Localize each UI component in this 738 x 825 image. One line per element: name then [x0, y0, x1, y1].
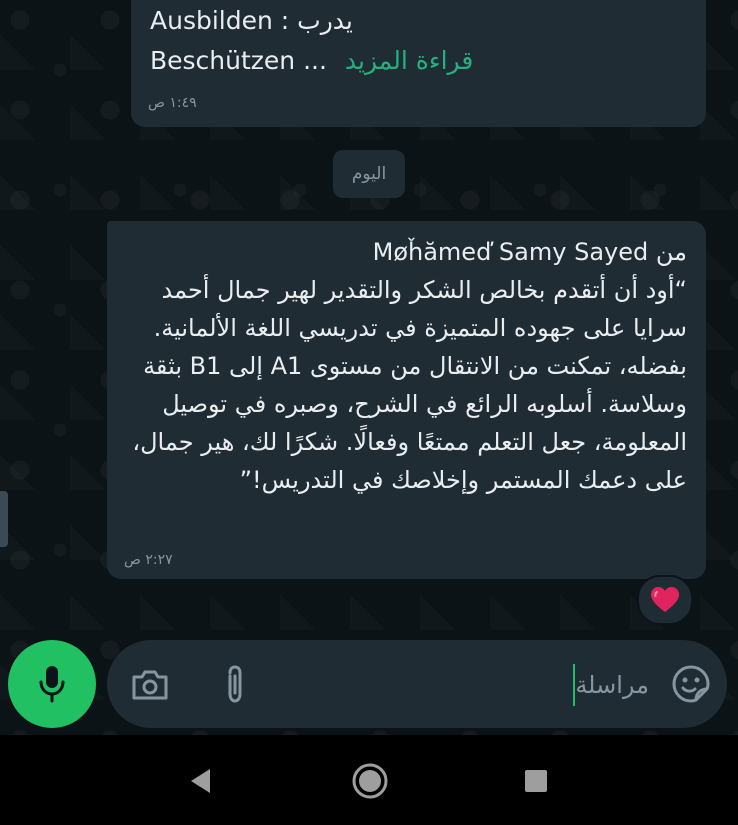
message-bubble[interactable]: من Møȟămeď Samy Sayed “أود أن أتقدم بخال… [107, 221, 706, 579]
paperclip-icon [228, 665, 242, 703]
system-navigation-bar [0, 735, 738, 825]
message-input[interactable]: مراسلة [571, 664, 649, 706]
date-divider: اليوم [333, 150, 405, 198]
sticker-button[interactable] [669, 662, 713, 706]
nav-recents-button[interactable] [523, 768, 549, 794]
previous-message-latin-2: Beschützen ... [150, 46, 335, 75]
edge-handle[interactable] [0, 491, 8, 547]
message-composer[interactable]: مراسلة [107, 640, 727, 728]
previous-message-latin-1: Ausbilden : [150, 6, 298, 35]
previous-message-arabic-1: يدرب [297, 6, 353, 35]
nav-back-button[interactable] [186, 765, 214, 797]
read-more-link[interactable]: قراءة المزيد [345, 46, 473, 75]
message-timestamp: ٢:٢٧ ص [124, 552, 173, 568]
message-timestamp: ١:٤٩ ص [148, 95, 197, 111]
message-input-placeholder: مراسلة [575, 671, 649, 699]
message-text-block: من Møȟămeď Samy Sayed “أود أن أتقدم بخال… [117, 233, 687, 499]
camera-button[interactable] [130, 665, 170, 705]
sender-name: Møȟămeď Samy Sayed [372, 238, 649, 266]
home-circle-icon [352, 763, 388, 799]
nav-home-button[interactable] [350, 761, 390, 801]
text-caret [573, 664, 576, 706]
back-triangle-icon [191, 769, 210, 793]
heart-icon [651, 587, 679, 612]
message-body: “أود أن أتقدم بخالص الشكر والتقدير لهير … [132, 276, 687, 494]
recents-square-icon [525, 770, 547, 792]
sticker-icon [672, 665, 710, 703]
mic-icon [39, 666, 65, 703]
attach-button[interactable] [217, 663, 253, 707]
camera-icon [132, 670, 168, 700]
heart-reaction[interactable] [637, 575, 693, 625]
voice-record-button[interactable] [8, 640, 96, 728]
sender-prefix: من [648, 238, 687, 266]
previous-message-line-1: Ausbilden : يدرب [150, 6, 353, 35]
forwarded-from-line: من Møȟămeď Samy Sayed [117, 233, 687, 271]
previous-message-bubble[interactable]: Ausbilden : يدرب Beschützen ... قراءة ال… [131, 0, 706, 127]
previous-message-line-2: Beschützen ... قراءة المزيد [150, 46, 473, 75]
